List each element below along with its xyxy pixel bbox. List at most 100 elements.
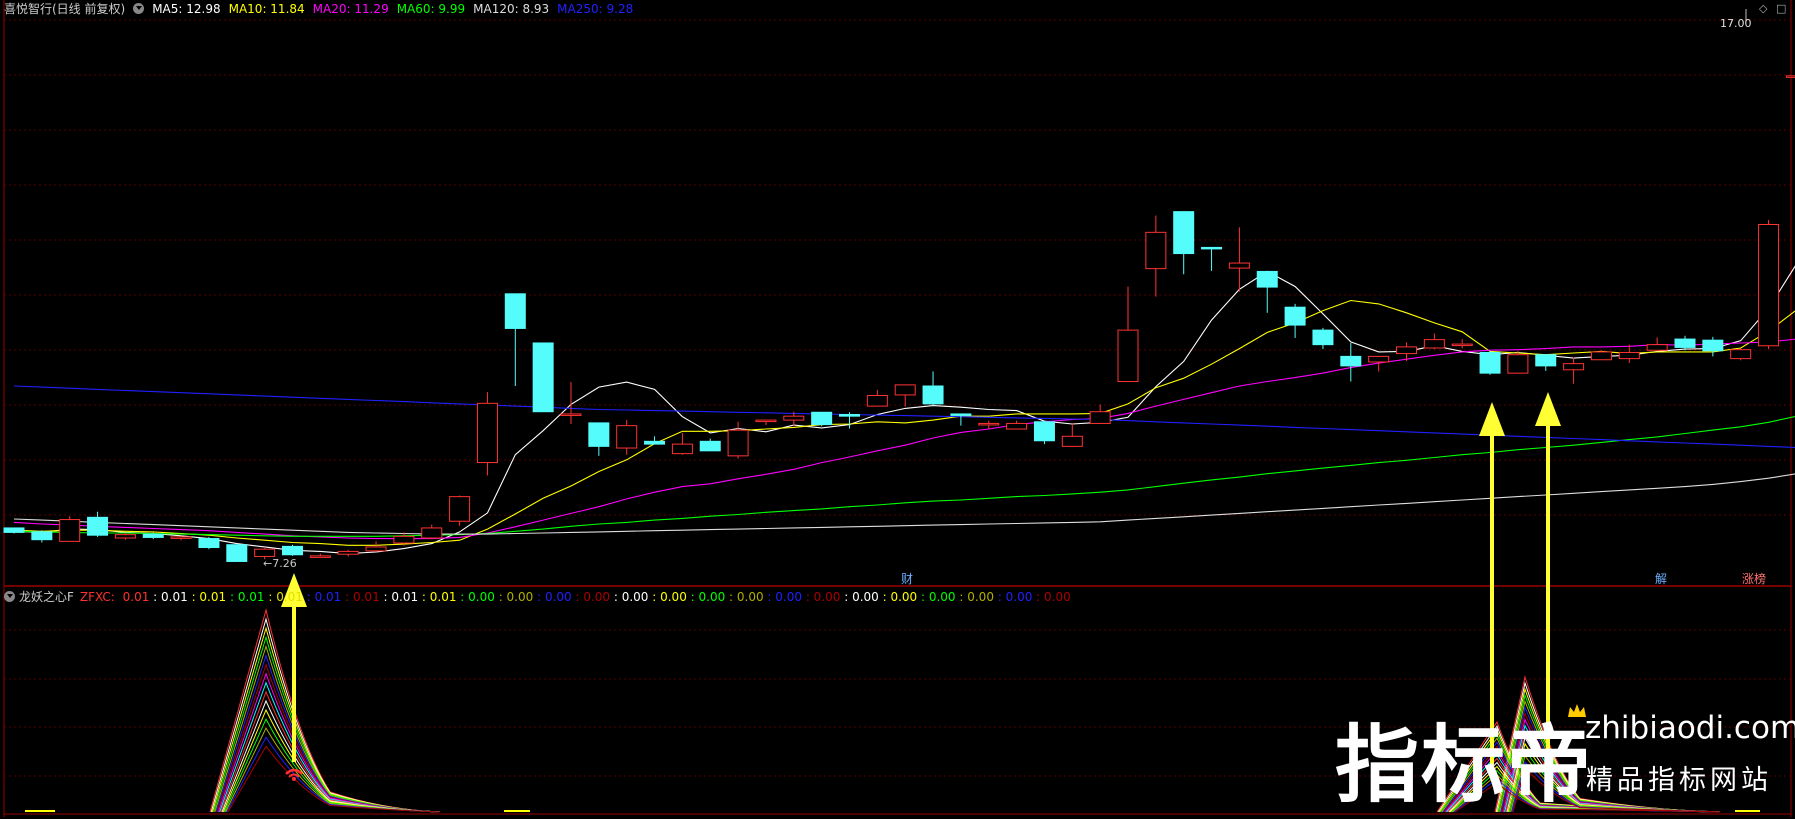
limit-up-marker[interactable]: 涨榜 — [1742, 571, 1766, 586]
candle-body — [1702, 339, 1724, 352]
candle — [1312, 327, 1334, 350]
candle-body — [922, 385, 944, 405]
candle-body — [1145, 231, 1167, 270]
candle — [671, 432, 693, 455]
candle-body — [866, 395, 888, 407]
candle — [504, 293, 526, 386]
candle-body — [1089, 411, 1111, 424]
candle — [449, 495, 471, 526]
candle — [1201, 246, 1223, 271]
candle-body — [1674, 338, 1696, 348]
candle-body — [114, 534, 136, 539]
candle-body — [226, 544, 248, 562]
dropdown-icon[interactable] — [133, 3, 145, 14]
candle-body — [1368, 355, 1390, 363]
candle-body — [337, 550, 359, 555]
indicator-value-11: : 0.00 — [533, 589, 572, 604]
ma-label-1: MA10: 11.84 — [228, 1, 305, 16]
candle — [811, 411, 833, 427]
candle — [866, 389, 888, 407]
candle-body — [644, 440, 666, 445]
candle — [365, 541, 387, 552]
candle-body — [1228, 262, 1250, 269]
candle-body — [560, 413, 582, 416]
candle-body — [671, 443, 693, 455]
candle — [1590, 350, 1612, 361]
indicator-value-7: : 0.01 — [379, 589, 419, 604]
candle — [421, 524, 443, 540]
candle-body — [727, 429, 749, 457]
candle-body — [1061, 435, 1083, 447]
indicator-wave-0 — [209, 608, 441, 813]
indicator-value-24: : 0.00 — [1032, 589, 1071, 604]
candle — [1758, 220, 1780, 350]
indicator-value-20: : 0.00 — [878, 589, 918, 604]
watermark-brand: 指标帝 — [1335, 716, 1594, 814]
indicator-header: 龙妖之心F ZFXC: 0.01 : 0.01 : 0.01 : 0.01 : … — [4, 588, 1071, 605]
candlestick-series — [3, 75, 1795, 562]
candle — [1173, 211, 1195, 275]
candle — [1340, 342, 1362, 382]
candle — [1117, 286, 1139, 383]
candle-body — [421, 527, 443, 539]
candle — [198, 536, 220, 550]
candle-body — [87, 516, 109, 536]
crown-icon — [1568, 704, 1586, 717]
candle — [1423, 333, 1445, 350]
price-grid — [4, 19, 1791, 516]
candle — [560, 382, 582, 424]
candle-body — [588, 422, 610, 447]
indicator-value-8: : 0.01 — [418, 589, 457, 604]
candle-body — [1563, 363, 1585, 371]
candle — [1145, 215, 1167, 297]
candle-body — [1423, 339, 1445, 349]
candle — [114, 532, 136, 540]
candle-body — [950, 413, 972, 416]
candle — [226, 544, 248, 562]
candle-body — [1730, 349, 1752, 360]
candle-body — [1033, 421, 1055, 442]
indicator-value-10: : 0.00 — [494, 589, 534, 604]
candle — [950, 413, 972, 426]
candle — [755, 419, 777, 426]
candle-body — [1618, 351, 1640, 360]
candle — [1256, 270, 1278, 313]
ma-line-ma120 — [13, 473, 1795, 535]
candle-body — [1117, 329, 1139, 383]
indicator-value-1: : 0.01 — [149, 589, 188, 604]
low-price-marker: ←7.26 — [263, 557, 297, 570]
chart-canvas[interactable]: ←7.26 17.00 财 解 涨榜 — [0, 0, 1795, 817]
candle — [1646, 337, 1668, 351]
candle-body — [393, 535, 415, 544]
candle — [727, 421, 749, 459]
high-price-marker: 17.00 — [1720, 17, 1752, 30]
ma-label-0: MA5: 12.98 — [152, 1, 221, 16]
maximize-icon[interactable]: □ — [1776, 2, 1786, 15]
candle-body — [170, 536, 192, 539]
ma-label-3: MA60: 9.99 — [396, 1, 466, 16]
candle-body — [504, 293, 526, 329]
unlock-marker[interactable]: 解 — [1655, 572, 1667, 586]
indicator-value-22: : 0.00 — [955, 589, 994, 604]
indicator-values: 0.01 : 0.01 : 0.01 : 0.01 : 0.01 : 0.01 … — [119, 590, 1071, 604]
candle-body — [1340, 355, 1362, 367]
candle-body — [1479, 351, 1501, 374]
candle — [1033, 420, 1055, 445]
indicator-value-5: : 0.01 — [302, 589, 342, 604]
arrow-head — [1479, 402, 1505, 436]
indicator-value-0: 0.01 — [118, 589, 150, 604]
indicator-value-18: : 0.00 — [802, 589, 841, 604]
candle — [476, 392, 498, 476]
main-header: 喜悦智行(日线 前复权) MA5: 12.98 MA10: 11.84 MA20: … — [4, 0, 633, 17]
indicator-name: 龙妖之心F — [19, 590, 74, 604]
restore-icon[interactable]: ◇ — [1759, 2, 1767, 15]
arrow-head — [1535, 392, 1561, 426]
indicator-value-3: : 0.01 — [226, 589, 265, 604]
indicator-value-19: : 0.00 — [840, 589, 879, 604]
candle — [588, 422, 610, 456]
finance-marker[interactable]: 财 — [901, 572, 913, 586]
candle-body — [476, 402, 498, 464]
candle — [1228, 227, 1250, 292]
candle — [1451, 339, 1473, 349]
indicator-dropdown-icon[interactable] — [4, 591, 15, 602]
